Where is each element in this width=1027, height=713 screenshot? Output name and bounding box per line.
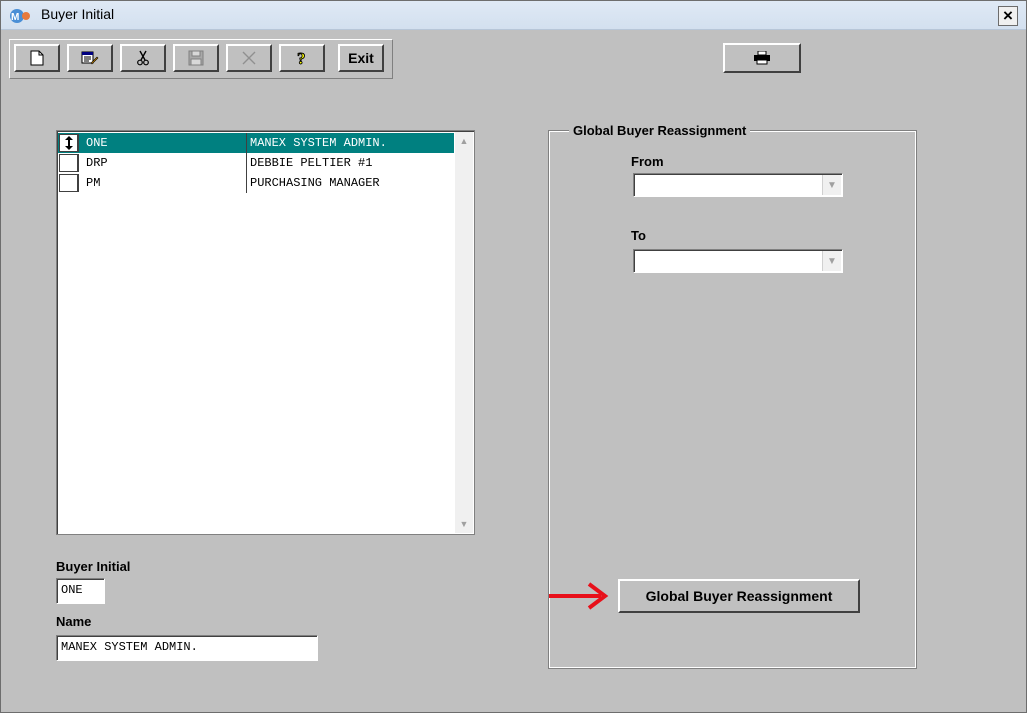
cell-name: DEBBIE PELTIER #1 xyxy=(250,156,373,170)
cut-icon xyxy=(137,50,149,66)
cut-button[interactable] xyxy=(120,44,166,72)
exit-button[interactable]: Exit xyxy=(338,44,384,72)
name-field[interactable]: MANEX SYSTEM ADMIN. xyxy=(56,635,318,661)
new-button[interactable] xyxy=(14,44,60,72)
table-row[interactable]: DRP DEBBIE PELTIER #1 xyxy=(58,153,454,173)
chevron-down-icon[interactable]: ▼ xyxy=(822,251,841,271)
cell-code: ONE xyxy=(86,136,108,150)
to-combo[interactable]: ▼ xyxy=(633,249,843,273)
cell-code: PM xyxy=(86,176,101,190)
app-logo-icon: M xyxy=(10,9,30,23)
from-combo[interactable]: ▼ xyxy=(633,173,843,197)
row-selector[interactable] xyxy=(59,174,79,192)
cell-code: DRP xyxy=(86,156,108,170)
edit-button[interactable] xyxy=(67,44,113,72)
buyer-initial-label: Buyer Initial xyxy=(56,559,131,574)
to-label: To xyxy=(631,228,646,243)
buyer-initial-field[interactable]: ONE xyxy=(56,578,105,604)
new-icon xyxy=(30,50,44,66)
name-label: Name xyxy=(56,614,92,629)
close-button[interactable]: × xyxy=(998,6,1018,26)
resize-arrows-icon xyxy=(64,136,73,150)
svg-text:?: ? xyxy=(297,49,306,67)
red-arrow-icon xyxy=(549,582,609,610)
svg-text:M: M xyxy=(11,12,19,23)
chevron-down-icon[interactable]: ▼ xyxy=(822,175,841,195)
exit-label: Exit xyxy=(348,50,374,66)
row-selector[interactable] xyxy=(59,154,79,172)
save-button[interactable] xyxy=(173,44,219,72)
scroll-down-icon[interactable]: ▼ xyxy=(455,515,473,533)
group-title: Global Buyer Reassignment xyxy=(569,123,751,138)
delete-icon xyxy=(242,51,256,65)
edit-icon xyxy=(81,51,99,65)
help-button[interactable]: ? xyxy=(279,44,325,72)
buyer-initial-window: M Buyer Initial × ? Exit ONE MANEX SYSTE… xyxy=(0,0,1027,713)
table-row[interactable]: ONE MANEX SYSTEM ADMIN. xyxy=(58,133,454,153)
column-divider xyxy=(246,133,247,153)
delete-button[interactable] xyxy=(226,44,272,72)
cell-name: PURCHASING MANAGER xyxy=(250,176,380,190)
cell-name: MANEX SYSTEM ADMIN. xyxy=(250,136,387,150)
window-title: Buyer Initial xyxy=(41,6,115,22)
vertical-scrollbar[interactable]: ▲ ▼ xyxy=(455,132,473,533)
scroll-up-icon[interactable]: ▲ xyxy=(455,132,473,150)
print-button[interactable] xyxy=(723,43,801,73)
column-divider xyxy=(246,173,247,193)
row-selector[interactable] xyxy=(59,134,79,152)
toolbar: ? Exit xyxy=(9,39,393,79)
from-label: From xyxy=(631,154,664,169)
table-row[interactable]: PM PURCHASING MANAGER xyxy=(58,173,454,193)
printer-icon xyxy=(754,51,770,65)
save-icon xyxy=(188,50,204,66)
buyer-grid[interactable]: ONE MANEX SYSTEM ADMIN. DRP DEBBIE PELTI… xyxy=(56,130,475,535)
help-icon: ? xyxy=(297,49,306,67)
global-buyer-reassignment-button[interactable]: Global Buyer Reassignment xyxy=(618,579,860,613)
column-divider xyxy=(246,153,247,173)
title-bar: M Buyer Initial × xyxy=(1,1,1026,30)
